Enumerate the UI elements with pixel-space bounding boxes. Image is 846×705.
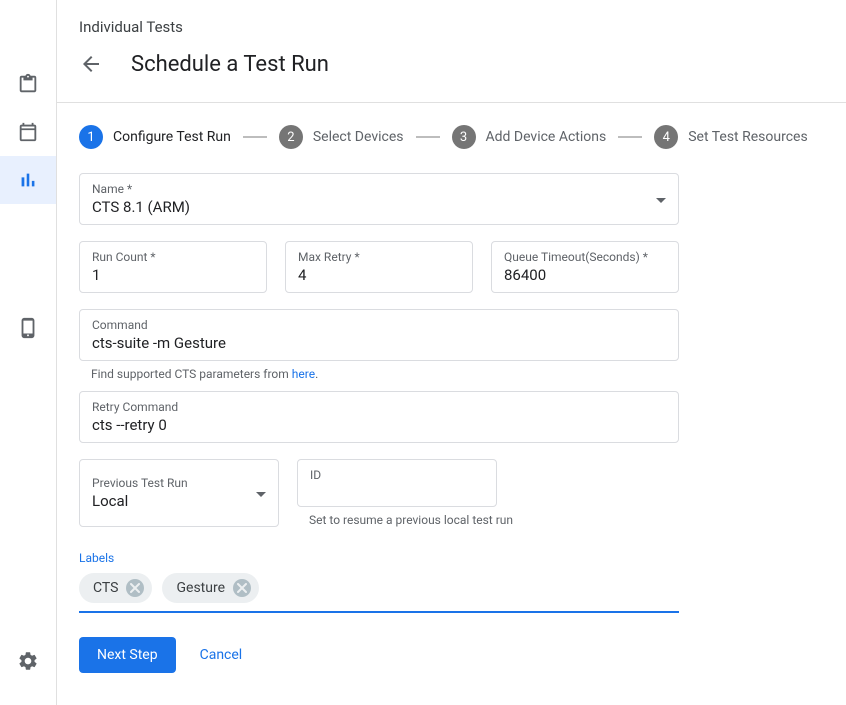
back-button[interactable] — [71, 44, 111, 84]
step-devices[interactable]: 2 Select Devices — [279, 125, 404, 149]
sidebar-icon-calendar[interactable] — [0, 108, 56, 156]
command-input[interactable] — [92, 332, 666, 354]
id-input[interactable] — [310, 482, 484, 504]
command-help: Find supported CTS parameters from here. — [91, 367, 719, 381]
max-retry-input[interactable] — [298, 264, 460, 286]
queue-timeout-field[interactable]: Queue Timeout(Seconds) * — [491, 241, 679, 293]
page-title: Schedule a Test Run — [131, 52, 329, 77]
id-field[interactable]: ID — [297, 459, 497, 507]
chevron-down-icon — [256, 492, 266, 497]
stepper: 1 Configure Test Run 2 Select Devices 3 … — [79, 125, 846, 149]
sidebar-icon-analytics[interactable] — [0, 156, 56, 204]
chevron-down-icon — [656, 198, 666, 203]
id-help-text: Set to resume a previous local test run — [309, 513, 679, 527]
chip-remove-icon[interactable] — [126, 579, 144, 597]
step-configure[interactable]: 1 Configure Test Run — [79, 125, 231, 149]
labels-title: Labels — [79, 551, 679, 565]
sidebar — [0, 0, 56, 705]
labels-chips[interactable]: CTS Gesture — [79, 573, 679, 603]
sidebar-icon-clipboard[interactable] — [0, 60, 56, 108]
chip-gesture: Gesture — [162, 573, 259, 603]
step-resources[interactable]: 4 Set Test Resources — [654, 125, 807, 149]
retry-command-field[interactable]: Retry Command — [79, 391, 679, 443]
chip-cts: CTS — [79, 573, 152, 603]
queue-timeout-input[interactable] — [504, 264, 666, 286]
command-help-link[interactable]: here — [292, 367, 315, 381]
next-step-button[interactable]: Next Step — [79, 637, 176, 673]
run-count-field[interactable]: Run Count * — [79, 241, 267, 293]
cancel-button[interactable]: Cancel — [200, 647, 243, 663]
chip-remove-icon[interactable] — [233, 579, 251, 597]
breadcrumb: Individual Tests — [79, 18, 846, 36]
run-count-input[interactable] — [92, 264, 254, 286]
sidebar-icon-settings[interactable] — [0, 637, 56, 685]
max-retry-field[interactable]: Max Retry * — [285, 241, 473, 293]
name-select[interactable]: Name * CTS 8.1 (ARM) — [79, 173, 679, 225]
main-content: Individual Tests Schedule a Test Run 1 C… — [56, 0, 846, 705]
command-field[interactable]: Command — [79, 309, 679, 361]
retry-command-input[interactable] — [92, 414, 666, 436]
step-actions[interactable]: 3 Add Device Actions — [452, 125, 607, 149]
sidebar-icon-device[interactable] — [0, 304, 56, 352]
previous-test-run-select[interactable]: Previous Test Run Local — [79, 459, 279, 527]
arrow-back-icon — [79, 52, 103, 76]
